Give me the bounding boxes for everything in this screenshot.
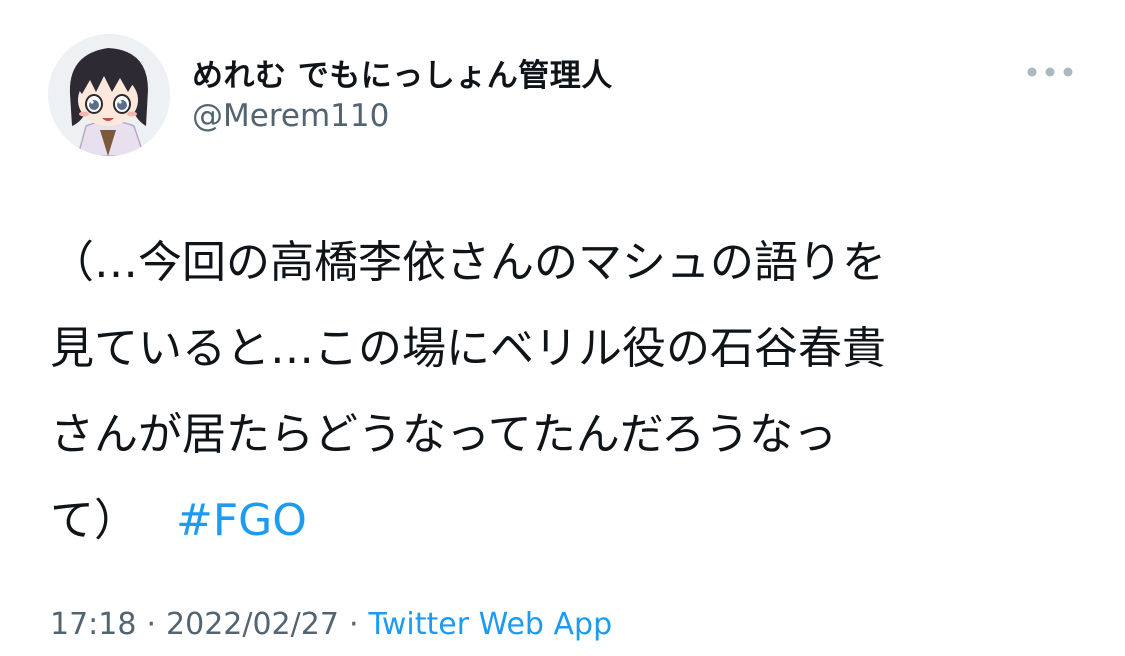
tweet-card: めれむ でもにっしょん管理人 @Merem110 （…今回の高橋李依さんのマシュ…	[0, 0, 1125, 656]
tweet-text-line-last: て） #FGO	[50, 478, 1060, 564]
tweet-text-line: さんが居たらどうなってたんだろうなっ	[50, 409, 838, 460]
tweet-date[interactable]: 2022/02/27	[166, 607, 339, 642]
tweet-meta: 17:18 · 2022/02/27 · Twitter Web App	[50, 607, 612, 642]
author-display-name[interactable]: めれむ でもにっしょん管理人	[192, 50, 613, 95]
tweet-text-line: （…今回の高橋李依さんのマシュの語りを	[50, 237, 886, 288]
hashtag-link[interactable]: #FGO	[176, 495, 307, 546]
more-options-button[interactable]	[1022, 56, 1078, 88]
meta-separator: ·	[146, 607, 157, 642]
tweet-text-fragment: て）	[50, 495, 138, 546]
avatar[interactable]	[48, 34, 170, 156]
tweet-source-link[interactable]: Twitter Web App	[368, 607, 612, 642]
tweet-text: （…今回の高橋李依さんのマシュの語りを 見ていると…この場にベリル役の石谷春貴 …	[50, 220, 1060, 564]
avatar-image	[48, 34, 170, 156]
author-handle[interactable]: @Merem110	[192, 98, 389, 134]
tweet-text-line: 見ていると…この場にベリル役の石谷春貴	[50, 323, 886, 374]
meta-separator: ·	[348, 607, 359, 642]
tweet-time[interactable]: 17:18	[50, 607, 136, 642]
more-horizontal-icon	[1027, 67, 1073, 77]
